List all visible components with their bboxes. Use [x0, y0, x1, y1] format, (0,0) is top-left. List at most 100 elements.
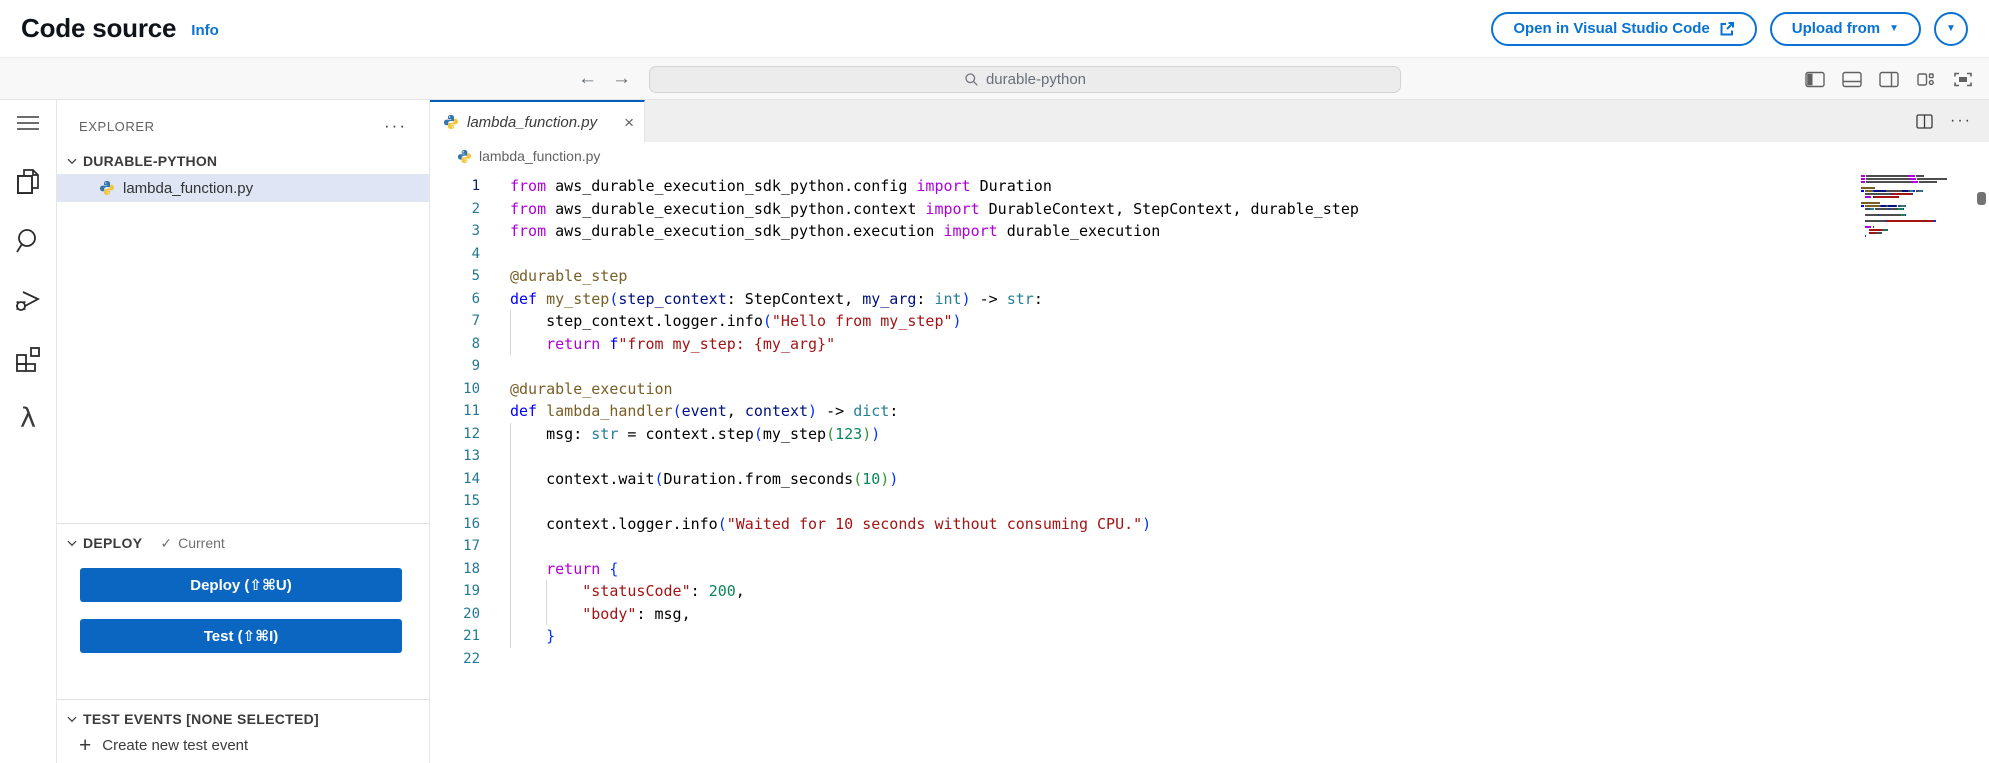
close-tab-icon[interactable]: × [624, 114, 634, 131]
explorer-header: EXPLORER ··· [57, 112, 429, 140]
line-number: 15 [463, 493, 480, 509]
line-number: 22 [463, 650, 480, 667]
line-number: 13 [463, 448, 480, 464]
code-line[interactable]: 2 from aws_durable_execution_sdk_python.c… [430, 198, 1989, 221]
code-line[interactable]: 4 [430, 243, 1989, 266]
line-number: 4 [471, 245, 480, 262]
code-line[interactable]: 22 [430, 648, 1989, 671]
toggle-secondary-sidebar-icon[interactable] [1879, 71, 1899, 88]
editor-group: lambda_function.py × ··· lambda_function… [430, 100, 1989, 763]
chevron-down-icon [67, 540, 77, 546]
line-number: 8 [471, 335, 480, 352]
toggle-primary-sidebar-icon[interactable] [1805, 71, 1825, 88]
test-events-section-header[interactable]: TEST EVENTS [NONE SELECTED] [57, 706, 429, 732]
info-link[interactable]: Info [191, 22, 219, 39]
deploy-title: DEPLOY [83, 535, 143, 551]
folder-name: DURABLE-PYTHON [83, 153, 218, 169]
explorer-icon[interactable] [12, 168, 44, 196]
caret-down-icon: ▼ [1889, 22, 1899, 34]
sidebar-divider [57, 523, 429, 524]
more-actions-button[interactable]: ▼ [1934, 11, 1968, 46]
line-number: 3 [471, 223, 480, 239]
folder-durable-python[interactable]: DURABLE-PYTHON [57, 148, 429, 174]
line-number: 2 [471, 200, 480, 217]
code-line[interactable]: 6 def my_step(step_context: StepContext, … [430, 288, 1989, 311]
create-test-event-label: Create new test event [102, 736, 249, 754]
page-title: Code source [21, 13, 177, 43]
explorer-title: EXPLORER [79, 118, 155, 134]
line-number: 14 [463, 470, 480, 487]
breadcrumb[interactable]: lambda_function.py [430, 142, 1989, 170]
file-name: lambda_function.py [123, 179, 254, 197]
code-editor[interactable]: 1 from aws_durable_execution_sdk_python.c… [430, 170, 1989, 763]
code-line[interactable]: 8 return f"from my_step: {my_arg}" [430, 333, 1989, 356]
check-icon: ✓ [160, 534, 173, 551]
code-line[interactable]: 5 @durable_step [430, 265, 1989, 288]
deploy-button[interactable]: Deploy (⇧⌘U) [80, 568, 402, 602]
tab-lambda-function[interactable]: lambda_function.py × [430, 100, 645, 142]
code-line[interactable]: 20 "body": msg, [430, 603, 1989, 626]
file-lambda-function[interactable]: lambda_function.py [57, 174, 429, 202]
code-line[interactable]: 19 "statusCode": 200, [430, 580, 1989, 603]
explorer-more-actions-icon[interactable]: ··· [384, 116, 407, 136]
code-line[interactable]: 3 from aws_durable_execution_sdk_python.e… [430, 220, 1989, 243]
fullscreen-icon[interactable] [1953, 71, 1973, 88]
tab-actions: ··· [1916, 100, 1989, 142]
code-content: 1 from aws_durable_execution_sdk_python.c… [430, 170, 1989, 670]
code-line[interactable]: 14 context.wait(Duration.from_seconds(10… [430, 468, 1989, 491]
code-line[interactable]: 16 context.logger.info("Waited for 10 se… [430, 513, 1989, 536]
line-number: 12 [463, 425, 480, 442]
code-line[interactable]: 17 [430, 535, 1989, 558]
navigate-back-button[interactable]: ← [578, 68, 597, 90]
line-number: 21 [463, 628, 480, 644]
line-number: 1 [471, 178, 480, 194]
code-line[interactable]: 13 [430, 445, 1989, 468]
test-button[interactable]: Test (⇧⌘I) [80, 619, 402, 653]
editor-more-actions-icon[interactable]: ··· [1950, 112, 1972, 130]
command-center-search[interactable]: durable-python [649, 66, 1401, 93]
test-events-title: TEST EVENTS [NONE SELECTED] [83, 711, 320, 727]
external-link-icon [1720, 21, 1734, 35]
line-number: 11 [463, 403, 480, 419]
code-line[interactable]: 18 return { [430, 558, 1989, 581]
editor-command-bar: ← → durable-python [0, 57, 1989, 100]
run-debug-icon[interactable] [12, 286, 44, 314]
tab-label: lambda_function.py [467, 113, 598, 131]
upload-from-label: Upload from [1791, 20, 1881, 37]
code-line[interactable]: 9 [430, 355, 1989, 378]
toggle-panel-icon[interactable] [1842, 71, 1862, 88]
split-editor-icon[interactable] [1916, 113, 1933, 129]
search-view-icon[interactable] [12, 227, 44, 255]
deploy-section-header[interactable]: DEPLOY ✓ Current [57, 530, 429, 556]
line-number: 9 [471, 358, 480, 374]
minimap[interactable] [1861, 175, 1947, 241]
deploy-status: ✓ Current [160, 535, 224, 552]
menu-icon[interactable] [12, 109, 44, 137]
navigate-forward-button[interactable]: → [612, 68, 631, 90]
upload-from-button[interactable]: Upload from ▼ [1769, 11, 1921, 46]
header-actions: Open in Visual Studio Code Upload from ▼… [1491, 11, 1968, 46]
customize-layout-icon[interactable] [1916, 71, 1936, 88]
open-in-vscode-button[interactable]: Open in Visual Studio Code [1491, 11, 1757, 46]
python-file-icon [444, 115, 458, 129]
code-line[interactable]: 10 @durable_execution [430, 378, 1989, 401]
line-number: 6 [471, 290, 480, 307]
activity-bar: λ [0, 100, 57, 763]
code-line[interactable]: 7 step_context.logger.info("Hello from m… [430, 310, 1989, 333]
aws-lambda-icon[interactable]: λ [12, 404, 44, 432]
code-line[interactable]: 12 msg: str = context.step(my_step(123)) [430, 423, 1989, 446]
extensions-icon[interactable] [12, 345, 44, 373]
line-number: 19 [463, 583, 480, 599]
scrollbar-thumb[interactable] [1977, 192, 1986, 205]
deploy-status-label: Current [178, 535, 225, 551]
code-line[interactable]: 11 def lambda_handler(event, context) -> … [430, 400, 1989, 423]
code-line[interactable]: 1 from aws_durable_execution_sdk_python.c… [430, 175, 1989, 198]
search-icon [965, 73, 978, 86]
code-line[interactable]: 21 } [430, 625, 1989, 648]
minimap-content [1861, 175, 1947, 240]
code-line[interactable]: 15 [430, 490, 1989, 513]
chevron-down-icon [67, 158, 77, 164]
console-header: Code source Info Open in Visual Studio C… [0, 0, 1989, 57]
chevron-down-icon [67, 716, 77, 722]
create-test-event-button[interactable]: + Create new test event [57, 731, 429, 759]
